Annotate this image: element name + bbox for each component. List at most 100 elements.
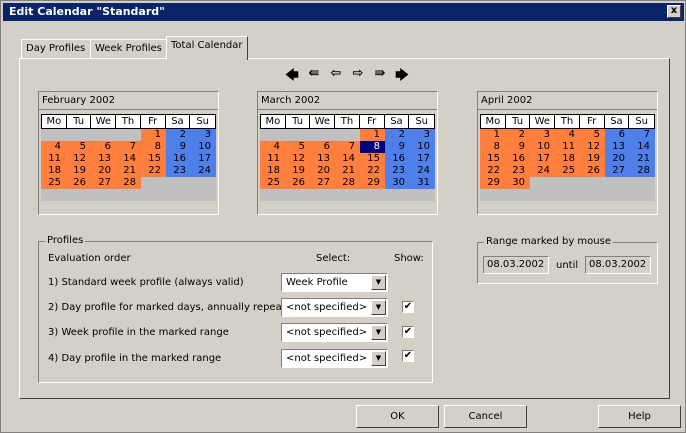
day-cell[interactable]: 30 (505, 177, 530, 189)
show-annual-day-profile-checkbox[interactable]: ✔ (402, 301, 414, 313)
day-cell[interactable]: 12 (285, 153, 310, 165)
day-cell[interactable]: 21 (116, 165, 141, 177)
day-cell[interactable]: 14 (335, 153, 360, 165)
day-cell[interactable]: 15 (141, 153, 166, 165)
day-cell[interactable]: 23 (166, 165, 191, 177)
standard-week-profile-select[interactable]: Week Profile ▼ (281, 273, 388, 292)
day-cell[interactable]: 7 (630, 129, 655, 141)
day-cell[interactable]: 22 (360, 165, 385, 177)
fast-back-arrow-icon[interactable]: ⇚ (306, 66, 322, 88)
ok-button[interactable]: OK (356, 405, 439, 428)
range-day-profile-select[interactable]: <not specified> ▼ (281, 349, 388, 368)
day-cell[interactable]: 1 (480, 129, 505, 141)
chevron-down-icon[interactable]: ▼ (371, 325, 386, 340)
chevron-down-icon[interactable]: ▼ (371, 351, 386, 366)
day-cell[interactable]: 28 (116, 177, 141, 189)
annual-day-profile-select[interactable]: <not specified> ▼ (281, 298, 388, 317)
day-cell[interactable]: 25 (41, 177, 66, 189)
day-cell[interactable]: 6 (91, 141, 116, 153)
last-arrow-icon[interactable]: 🡆 (394, 66, 410, 88)
day-cell[interactable]: 21 (335, 165, 360, 177)
day-cell[interactable]: 7 (335, 141, 360, 153)
day-cell[interactable]: 10 (410, 141, 435, 153)
day-cell[interactable]: 22 (480, 165, 505, 177)
day-cell[interactable]: 12 (580, 141, 605, 153)
day-cell[interactable]: 2 (385, 129, 410, 141)
day-cell[interactable]: 13 (310, 153, 335, 165)
day-cell[interactable]: 19 (66, 165, 91, 177)
tab-week-profiles[interactable]: Week Profiles (90, 39, 167, 59)
day-cell[interactable]: 23 (385, 165, 410, 177)
day-cell[interactable]: 27 (310, 177, 335, 189)
close-button[interactable]: x (667, 5, 681, 18)
day-cell[interactable]: 16 (505, 153, 530, 165)
day-cell[interactable]: 23 (505, 165, 530, 177)
day-cell[interactable]: 14 (116, 153, 141, 165)
day-cell[interactable]: 9 (166, 141, 191, 153)
day-cell[interactable]: 10 (191, 141, 216, 153)
day-cell[interactable]: 16 (385, 153, 410, 165)
day-cell[interactable]: 11 (260, 153, 285, 165)
day-cell[interactable]: 20 (605, 153, 630, 165)
day-cell[interactable]: 7 (116, 141, 141, 153)
day-cell[interactable]: 2 (166, 129, 191, 141)
day-cell[interactable]: 9 (385, 141, 410, 153)
day-cell[interactable]: 21 (630, 153, 655, 165)
day-cell[interactable]: 14 (630, 141, 655, 153)
day-cell-selected[interactable]: 8 (360, 141, 385, 153)
forward-arrow-icon[interactable]: ⇨ (350, 66, 366, 88)
tab-day-profiles[interactable]: Day Profiles (21, 39, 91, 59)
day-cell[interactable]: 9 (505, 141, 530, 153)
day-cell[interactable]: 17 (191, 153, 216, 165)
day-cell[interactable]: 4 (555, 129, 580, 141)
day-cell[interactable]: 15 (480, 153, 505, 165)
day-cell[interactable]: 15 (360, 153, 385, 165)
day-cell[interactable]: 11 (41, 153, 66, 165)
day-cell[interactable]: 6 (310, 141, 335, 153)
chevron-down-icon[interactable]: ▼ (371, 300, 386, 315)
range-week-profile-select[interactable]: <not specified> ▼ (281, 323, 388, 342)
day-cell[interactable]: 24 (191, 165, 216, 177)
day-cell[interactable]: 26 (66, 177, 91, 189)
day-cell[interactable]: 3 (410, 129, 435, 141)
day-cell[interactable]: 3 (191, 129, 216, 141)
day-cell[interactable]: 27 (91, 177, 116, 189)
day-cell[interactable]: 22 (141, 165, 166, 177)
cancel-button[interactable]: Cancel (444, 405, 527, 428)
first-arrow-icon[interactable]: 🡄 (284, 66, 300, 88)
day-cell[interactable]: 17 (530, 153, 555, 165)
day-cell[interactable]: 1 (360, 129, 385, 141)
day-cell[interactable]: 18 (260, 165, 285, 177)
day-cell[interactable]: 5 (285, 141, 310, 153)
day-cell[interactable]: 19 (580, 153, 605, 165)
day-cell[interactable]: 26 (285, 177, 310, 189)
day-cell[interactable]: 8 (480, 141, 505, 153)
day-cell[interactable]: 13 (605, 141, 630, 153)
help-button[interactable]: Help (598, 405, 681, 428)
day-cell[interactable]: 28 (630, 165, 655, 177)
day-cell[interactable]: 25 (260, 177, 285, 189)
day-cell[interactable]: 10 (530, 141, 555, 153)
day-cell[interactable]: 16 (166, 153, 191, 165)
day-cell[interactable]: 20 (91, 165, 116, 177)
day-cell[interactable]: 30 (385, 177, 410, 189)
day-cell[interactable]: 18 (41, 165, 66, 177)
day-cell[interactable]: 25 (555, 165, 580, 177)
day-cell[interactable]: 24 (410, 165, 435, 177)
day-cell[interactable]: 6 (605, 129, 630, 141)
day-cell[interactable]: 11 (555, 141, 580, 153)
fast-forward-arrow-icon[interactable]: ⇛ (372, 66, 388, 88)
day-cell[interactable]: 12 (66, 153, 91, 165)
tab-total-calendar[interactable]: Total Calendar (166, 36, 248, 60)
day-cell[interactable]: 4 (260, 141, 285, 153)
day-cell[interactable]: 29 (360, 177, 385, 189)
chevron-down-icon[interactable]: ▼ (371, 275, 386, 290)
day-cell[interactable]: 1 (141, 129, 166, 141)
day-cell[interactable]: 29 (480, 177, 505, 189)
day-cell[interactable]: 3 (530, 129, 555, 141)
day-cell[interactable]: 28 (335, 177, 360, 189)
day-cell[interactable]: 18 (555, 153, 580, 165)
day-cell[interactable]: 8 (141, 141, 166, 153)
day-cell[interactable]: 5 (66, 141, 91, 153)
day-cell[interactable]: 13 (91, 153, 116, 165)
